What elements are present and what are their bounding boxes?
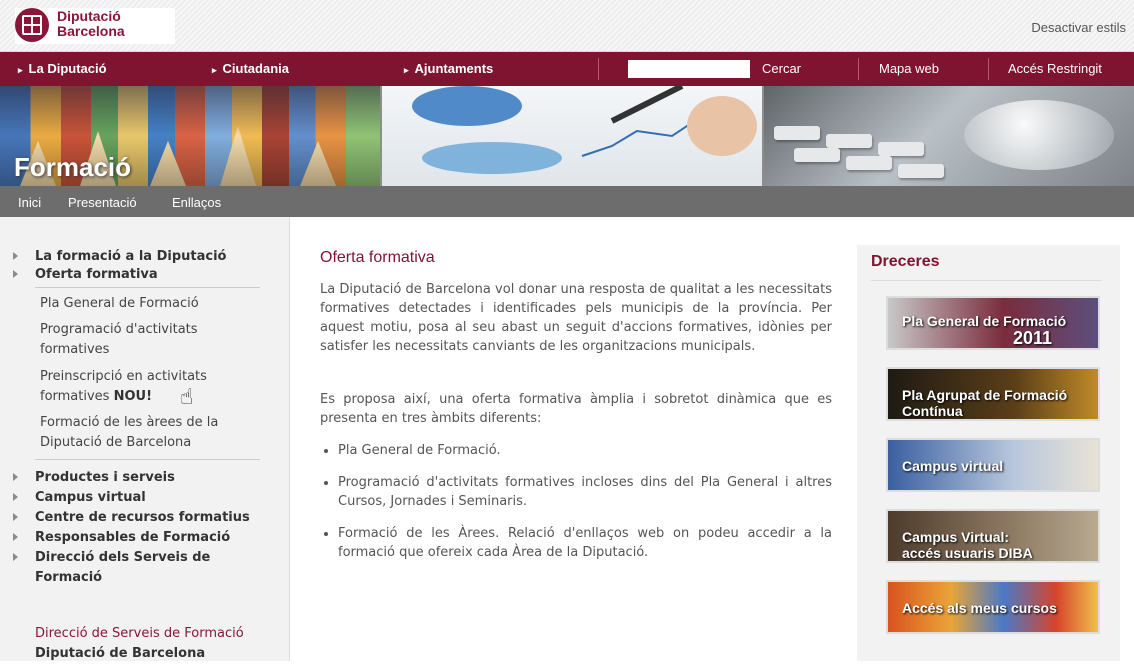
subnav-presentacio[interactable]: Presentació xyxy=(68,195,137,210)
footer-direccio-link[interactable]: Direcció de Serveis de Formació xyxy=(35,624,244,644)
header-banner xyxy=(0,86,1134,186)
sidebar-item-centre[interactable]: Centre de recursos formatius xyxy=(13,508,250,528)
shortcut-pla-general[interactable]: Pla General de Formació 2011 xyxy=(886,296,1100,350)
restricted-access-link[interactable]: Accés Restringit xyxy=(1008,61,1102,76)
mouse-shape xyxy=(964,100,1114,170)
second-paragraph: Es proposa així, una oferta formativa àm… xyxy=(320,392,832,426)
intro-paragraph: La Diputació de Barcelona vol donar una … xyxy=(320,282,832,354)
shortcut-acces-cursos[interactable]: Accés als meus cursos xyxy=(886,580,1100,634)
nav-item-ciutadania[interactable]: ▸ Ciutadania xyxy=(212,61,289,76)
subnav-inici[interactable]: Inici xyxy=(18,195,41,210)
new-badge: NOU! xyxy=(113,389,153,404)
arrow-right-icon: ▸ xyxy=(212,65,217,75)
arrow-right-icon xyxy=(13,270,18,278)
chart-illustration xyxy=(412,86,757,174)
sidebar-subitem-programacio[interactable]: Programació d'activitats formatives xyxy=(40,320,198,360)
hand-cursor-icon: ☝ xyxy=(180,385,194,410)
left-sidebar: La formació a la Diputació Oferta format… xyxy=(0,217,290,661)
site-map-link[interactable]: Mapa web xyxy=(879,61,939,76)
top-bar: Diputació Barcelona Desactivar estils xyxy=(0,0,1134,52)
nav-item-ajuntaments[interactable]: ▸ Ajuntaments xyxy=(404,61,493,76)
arrow-right-icon xyxy=(13,513,18,521)
logo-line-2: Barcelona xyxy=(57,23,125,39)
shortcut-campus-diba[interactable]: Campus Virtual: accés usuaris DIBA xyxy=(886,509,1100,563)
arrow-right-icon xyxy=(13,473,18,481)
arrow-right-icon xyxy=(13,493,18,501)
sidebar-item-oferta-formativa[interactable]: Oferta formativa xyxy=(13,265,158,285)
list-item: Formació de les Àrees. Relació d'enllaço… xyxy=(338,524,832,562)
nav-divider xyxy=(858,58,859,80)
subnav-enllacos[interactable]: Enllaços xyxy=(172,195,221,210)
arrow-right-icon xyxy=(13,252,18,260)
sidebar-item-direccio[interactable]: Direcció dels Serveis de Formació xyxy=(13,548,210,588)
section-title: Formació xyxy=(14,152,132,182)
sidebar-item-formacio-diputacio[interactable]: La formació a la Diputació xyxy=(13,247,226,267)
arrow-right-icon: ▸ xyxy=(18,65,23,75)
keyboard-mouse-image xyxy=(764,86,1134,186)
logo-text: Diputació Barcelona xyxy=(57,9,125,39)
nav-divider xyxy=(598,58,599,80)
sub-nav: Inici Presentació Enllaços xyxy=(0,186,1134,217)
main-nav: ▸ La Diputació ▸ Ciutadania ▸ Ajuntaments C… xyxy=(0,52,1134,86)
shortcut-pla-agrupat[interactable]: Pla Agrupat de Formació Contínua xyxy=(886,367,1100,421)
sidebar-subitem-pla-general[interactable]: Pla General de Formació xyxy=(40,294,199,314)
nav-divider xyxy=(988,58,989,80)
search-button[interactable]: Cercar xyxy=(762,61,801,76)
shortcuts-title: Dreceres xyxy=(871,253,940,270)
sidebar-item-campus[interactable]: Campus virtual xyxy=(13,488,146,508)
list-item: Programació d'activitats formatives incl… xyxy=(338,473,832,511)
scope-list: Pla General de Formació. Programació d'a… xyxy=(320,441,832,575)
sidebar-item-responsables[interactable]: Responsables de Formació xyxy=(13,528,230,548)
shortcuts-panel: Dreceres Pla General de Formació 2011 Pl… xyxy=(857,245,1120,661)
sidebar-subitem-formacio-arees[interactable]: Formació de les àrees de la Diputació de … xyxy=(40,413,218,453)
arrow-right-icon xyxy=(13,553,18,561)
disable-styles-link[interactable]: Desactivar estils xyxy=(1031,20,1126,35)
footer-diputacio: Diputació de Barcelona xyxy=(35,646,206,661)
arrow-right-icon xyxy=(13,533,18,541)
diputacio-emblem-icon xyxy=(15,8,49,42)
logo-line-1: Diputació xyxy=(57,8,121,24)
list-item: Pla General de Formació. xyxy=(338,441,832,460)
chart-pen-image xyxy=(382,86,762,186)
shortcut-campus-virtual[interactable]: Campus virtual xyxy=(886,438,1100,492)
page-title: Oferta formativa xyxy=(320,249,435,266)
arrow-right-icon: ▸ xyxy=(404,65,409,75)
diputacio-logo[interactable]: Diputació Barcelona xyxy=(15,8,175,44)
search-input[interactable] xyxy=(628,60,750,78)
nav-item-la-diputacio[interactable]: ▸ La Diputació xyxy=(18,61,107,76)
sidebar-item-productes[interactable]: Productes i serveis xyxy=(13,468,175,488)
